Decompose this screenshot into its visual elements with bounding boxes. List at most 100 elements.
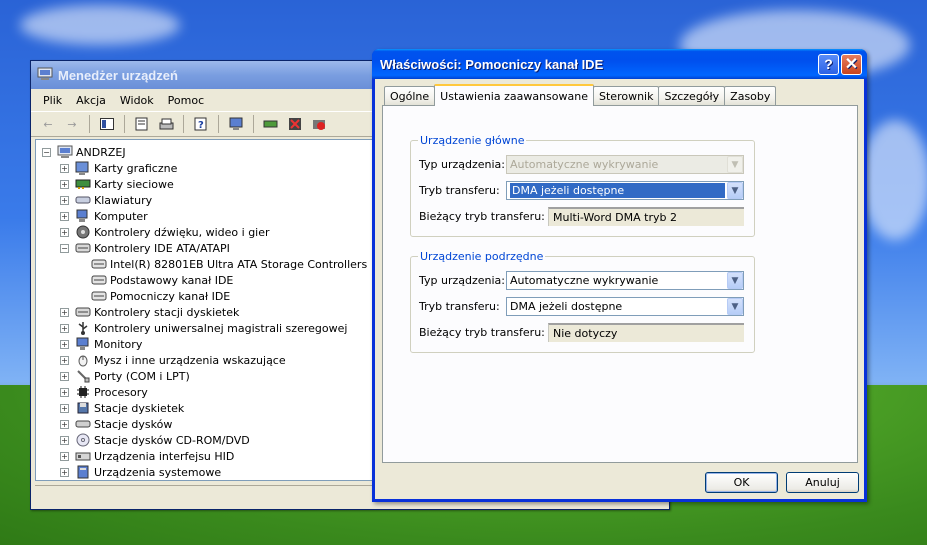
cloud <box>20 5 180 45</box>
collapse-toggle[interactable]: − <box>60 243 69 253</box>
collapse-toggle[interactable]: − <box>42 147 51 157</box>
tree-item-label: Intel(R) 82801EB Ultra ATA Storage Contr… <box>110 257 368 271</box>
properties-dialog[interactable]: Właściwości: Pomocniczy kanał IDE ? ✕ Og… <box>372 49 867 502</box>
expand-toggle[interactable]: + <box>60 163 69 173</box>
tab-panel-advanced: Urządzenie główne Typ urządzenia: Automa… <box>382 105 858 463</box>
print-icon[interactable] <box>157 115 175 133</box>
menu-file[interactable]: Plik <box>43 92 62 109</box>
ide-channel-icon <box>91 273 107 287</box>
tree-item-label: Pomocniczy kanał IDE <box>110 289 231 303</box>
expand-toggle[interactable]: + <box>60 179 69 189</box>
tab-driver[interactable]: Sterownik <box>593 86 660 105</box>
update-driver-icon[interactable] <box>262 115 280 133</box>
computer-icon <box>75 209 91 223</box>
master-device-type-label: Typ urządzenia: <box>419 157 506 171</box>
tree-item-label: Kontrolery uniwersalnej magistrali szere… <box>94 321 348 335</box>
slave-device-group: Urządzenie podrzędne Typ urządzenia: Aut… <box>410 250 755 353</box>
tree-item-label: Porty (COM i LPT) <box>94 369 190 383</box>
expand-toggle[interactable]: + <box>60 371 69 381</box>
tab-advanced-settings[interactable]: Ustawienia zaawansowane <box>434 84 594 106</box>
slave-device-type-label: Typ urządzenia: <box>419 273 506 287</box>
expand-toggle[interactable]: + <box>60 227 69 237</box>
expand-toggle[interactable]: + <box>60 467 69 477</box>
menu-action[interactable]: Akcja <box>76 92 106 109</box>
show-tree-icon[interactable] <box>98 115 116 133</box>
tree-item-label: Kontrolery IDE ATA/ATAPI <box>94 241 230 255</box>
expand-toggle[interactable]: + <box>60 403 69 413</box>
display-adapter-icon <box>75 161 91 175</box>
tree-item-label: Procesory <box>94 385 148 399</box>
mouse-icon <box>75 353 91 367</box>
uninstall-device-icon[interactable] <box>310 115 328 133</box>
expand-toggle[interactable]: + <box>60 387 69 397</box>
tree-item-label: Urządzenia systemowe <box>94 465 222 479</box>
usb-icon <box>75 321 91 335</box>
help-icon[interactable]: ? <box>192 115 210 133</box>
menu-help[interactable]: Pomoc <box>168 92 204 109</box>
back-arrow-icon[interactable]: ← <box>39 115 57 133</box>
sound-icon <box>75 225 91 239</box>
system-device-icon <box>75 465 91 479</box>
floppy-controller-icon <box>75 305 91 319</box>
expand-toggle[interactable]: + <box>60 435 69 445</box>
menu-view[interactable]: Widok <box>120 92 154 109</box>
chevron-down-icon[interactable]: ▼ <box>727 298 743 315</box>
expand-toggle[interactable]: + <box>60 355 69 365</box>
floppy-drive-icon <box>75 401 91 415</box>
slave-transfer-mode-value: DMA jeżeli dostępne <box>510 300 623 313</box>
tree-item-label: Urządzenia interfejsu HID <box>94 449 235 463</box>
tab-details[interactable]: Szczegóły <box>658 86 726 105</box>
slave-group-label: Urządzenie podrzędne <box>418 250 546 263</box>
tree-item-label: Mysz i inne urządzenia wskazujące <box>94 353 286 367</box>
tab-resources[interactable]: Zasoby <box>724 86 777 105</box>
computer-icon <box>57 145 73 159</box>
monitor-icon <box>75 337 91 351</box>
tree-item-label: Podstawowy kanał IDE <box>110 273 234 287</box>
properties-icon[interactable] <box>133 115 151 133</box>
title-buttons: ? ✕ <box>818 53 867 75</box>
dialog-titlebar[interactable]: Właściwości: Pomocniczy kanał IDE ? ✕ <box>372 49 867 79</box>
toolbar-separator <box>253 115 254 133</box>
cancel-button[interactable]: Anuluj <box>786 472 859 493</box>
tree-item-label: Monitory <box>94 337 143 351</box>
tab-general[interactable]: Ogólne <box>384 86 436 105</box>
tree-item-label: Karty graficzne <box>94 161 178 175</box>
close-button[interactable]: ✕ <box>841 53 862 75</box>
expand-toggle[interactable]: + <box>60 195 69 205</box>
forward-arrow-icon[interactable]: → <box>63 115 81 133</box>
question-mark-icon: ? <box>824 56 833 72</box>
tree-item-label: Klawiatury <box>94 193 153 207</box>
master-current-mode-field: Multi-Word DMA tryb 2 <box>548 207 744 226</box>
master-device-type-select: Automatyczne wykrywanie ▼ <box>506 155 744 174</box>
tree-item-label: Stacje dysków CD-ROM/DVD <box>94 433 250 447</box>
expand-toggle[interactable]: + <box>60 339 69 349</box>
help-button[interactable]: ? <box>818 53 839 75</box>
chevron-down-icon: ▼ <box>727 156 743 173</box>
ide-channel-icon <box>91 289 107 303</box>
dialog-title: Właściwości: Pomocniczy kanał IDE <box>380 56 604 72</box>
scan-hardware-icon[interactable] <box>227 115 245 133</box>
ok-button[interactable]: OK <box>705 472 778 493</box>
keyboard-icon <box>75 193 91 207</box>
disable-device-icon[interactable] <box>286 115 304 133</box>
ide-channel-icon <box>91 257 107 271</box>
master-transfer-mode-select[interactable]: DMA jeżeli dostępne ▼ <box>506 181 744 200</box>
chevron-down-icon[interactable]: ▼ <box>727 272 743 289</box>
slave-current-mode-field: Nie dotyczy <box>548 323 744 342</box>
tree-item-label: Komputer <box>94 209 148 223</box>
slave-device-type-select[interactable]: Automatyczne wykrywanie ▼ <box>506 271 744 290</box>
expand-toggle[interactable]: + <box>60 211 69 221</box>
master-group-label: Urządzenie główne <box>418 134 527 147</box>
master-transfer-mode-label: Tryb transferu: <box>419 183 500 197</box>
slave-transfer-mode-select[interactable]: DMA jeżeli dostępne ▼ <box>506 297 744 316</box>
processor-icon <box>75 385 91 399</box>
hid-icon <box>75 449 91 463</box>
expand-toggle[interactable]: + <box>60 419 69 429</box>
toolbar-separator <box>124 115 125 133</box>
expand-toggle[interactable]: + <box>60 451 69 461</box>
expand-toggle[interactable]: + <box>60 307 69 317</box>
master-device-group: Urządzenie główne Typ urządzenia: Automa… <box>410 134 755 237</box>
tree-item-label: Kontrolery stacji dyskietek <box>94 305 240 319</box>
chevron-down-icon[interactable]: ▼ <box>727 182 743 199</box>
expand-toggle[interactable]: + <box>60 323 69 333</box>
